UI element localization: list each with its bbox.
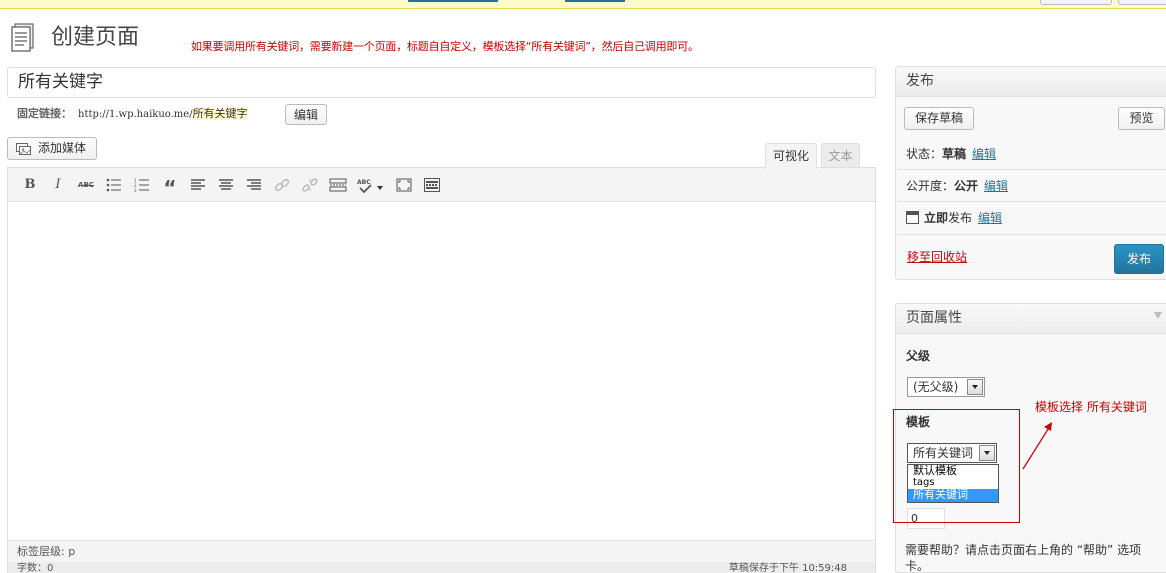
bullet-list-icon[interactable] <box>104 176 124 194</box>
publish-box-title[interactable]: 发布 <box>896 67 1166 97</box>
permalink-label: 固定链接： <box>17 107 72 120</box>
word-count: 字数：0 <box>17 563 54 573</box>
notice-bar <box>0 0 1166 9</box>
annotation-label: 模板选择 所有关键词 <box>1035 400 1147 414</box>
align-right-icon[interactable] <box>244 176 264 194</box>
notice-link[interactable] <box>565 0 625 2</box>
numbered-list-icon[interactable]: 123 <box>132 176 152 194</box>
italic-button[interactable]: I <box>48 176 68 194</box>
visibility-row: 公开度：公开 编辑 <box>906 178 1008 194</box>
help-text: 需要帮助？请点击页面右上角的 “帮助” 选项卡。 <box>905 543 1142 573</box>
preview-button[interactable]: 预览 <box>1118 107 1165 130</box>
page-attributes-title[interactable]: 页面属性 <box>896 304 1166 334</box>
fullscreen-icon[interactable] <box>394 176 414 194</box>
strikethrough-button[interactable]: ABC <box>76 176 96 194</box>
add-media-button[interactable]: 添加媒体 <box>7 137 97 160</box>
permalink-edit-button[interactable]: 编辑 <box>285 104 327 125</box>
page-title: 创建页面 <box>51 25 140 50</box>
media-icon <box>16 143 31 155</box>
visibility-label: 公开度： <box>906 179 955 193</box>
tab-visual[interactable]: 可视化 <box>765 143 817 169</box>
schedule-value: 立即 <box>924 211 949 225</box>
schedule-suffix: 发布 <box>948 211 973 225</box>
align-center-icon[interactable] <box>216 176 236 194</box>
collapse-arrow-icon[interactable] <box>1154 312 1162 319</box>
parent-label: 父级 <box>906 349 931 363</box>
permalink: 固定链接： http://1.wp.haikuo.me/所有关键字 <box>17 106 248 123</box>
autosave-status: 草稿保存于下午 10:59:48 <box>728 563 847 573</box>
annotation-arrow-icon <box>1022 422 1052 470</box>
chevron-down-icon[interactable] <box>967 379 983 395</box>
editor-path: 标签层级: p <box>8 540 875 562</box>
notice-button[interactable] <box>1118 0 1166 5</box>
publish-button[interactable]: 发布 <box>1114 244 1164 274</box>
notice-link[interactable] <box>408 0 498 2</box>
visibility-edit-link[interactable]: 编辑 <box>984 179 1008 193</box>
page-attributes-label: 页面属性 <box>906 310 962 326</box>
status-edit-link[interactable]: 编辑 <box>972 147 996 161</box>
annotation-highlight-box <box>893 409 1020 523</box>
status-label: 状态： <box>906 147 943 161</box>
schedule-row: 立即发布 编辑 <box>906 210 1002 226</box>
status-value: 草稿 <box>942 147 967 161</box>
status-row: 状态：草稿 编辑 <box>906 146 996 162</box>
word-count-bar: 字数：0 草稿保存于下午 10:59:48 <box>8 562 875 573</box>
permalink-slug[interactable]: 所有关键字 <box>192 107 248 120</box>
link-icon[interactable] <box>272 176 292 194</box>
blockquote-icon[interactable]: “ <box>160 176 180 200</box>
notice-button[interactable] <box>1040 0 1112 5</box>
add-media-label: 添加媒体 <box>38 141 87 155</box>
spellcheck-icon[interactable]: ABC <box>356 176 384 194</box>
calendar-icon <box>906 211 919 224</box>
visibility-value: 公开 <box>954 179 979 193</box>
move-to-trash-link[interactable]: 移至回收站 <box>907 248 967 265</box>
tab-text[interactable]: 文本 <box>821 143 860 168</box>
content-editor[interactable]: B I ABC 123 “ ABC 标签层级: p 字数：0 草稿保存于下午 1… <box>7 167 876 573</box>
annotation-note: 如果要调用所有关键词，需要新建一个页面，标题自自定义，模板选择“所有关键词”，然… <box>191 40 699 53</box>
insert-more-icon[interactable] <box>328 176 348 194</box>
editor-toolbar: B I ABC 123 “ ABC <box>8 168 875 202</box>
unlink-icon[interactable] <box>300 176 320 194</box>
bold-button[interactable]: B <box>20 176 40 194</box>
page-icon <box>11 23 34 52</box>
parent-select[interactable]: (无父级) <box>907 377 985 397</box>
publish-box: 发布 保存草稿 预览 状态：草稿 编辑 公开度：公开 编辑 立即发布 编辑 移至回收站… <box>895 66 1166 280</box>
svg-text:ABC: ABC <box>357 179 371 186</box>
permalink-url[interactable]: http://1.wp.haikuo.me/ <box>78 109 193 120</box>
toolbar-toggle-icon[interactable] <box>422 176 442 194</box>
parent-select-value: (无父级) <box>913 380 959 394</box>
save-draft-button[interactable]: 保存草稿 <box>904 107 974 130</box>
schedule-edit-link[interactable]: 编辑 <box>978 211 1002 225</box>
svg-text:3: 3 <box>134 188 137 192</box>
align-left-icon[interactable] <box>188 176 208 194</box>
post-title-input[interactable]: 所有关键字 <box>7 67 876 98</box>
